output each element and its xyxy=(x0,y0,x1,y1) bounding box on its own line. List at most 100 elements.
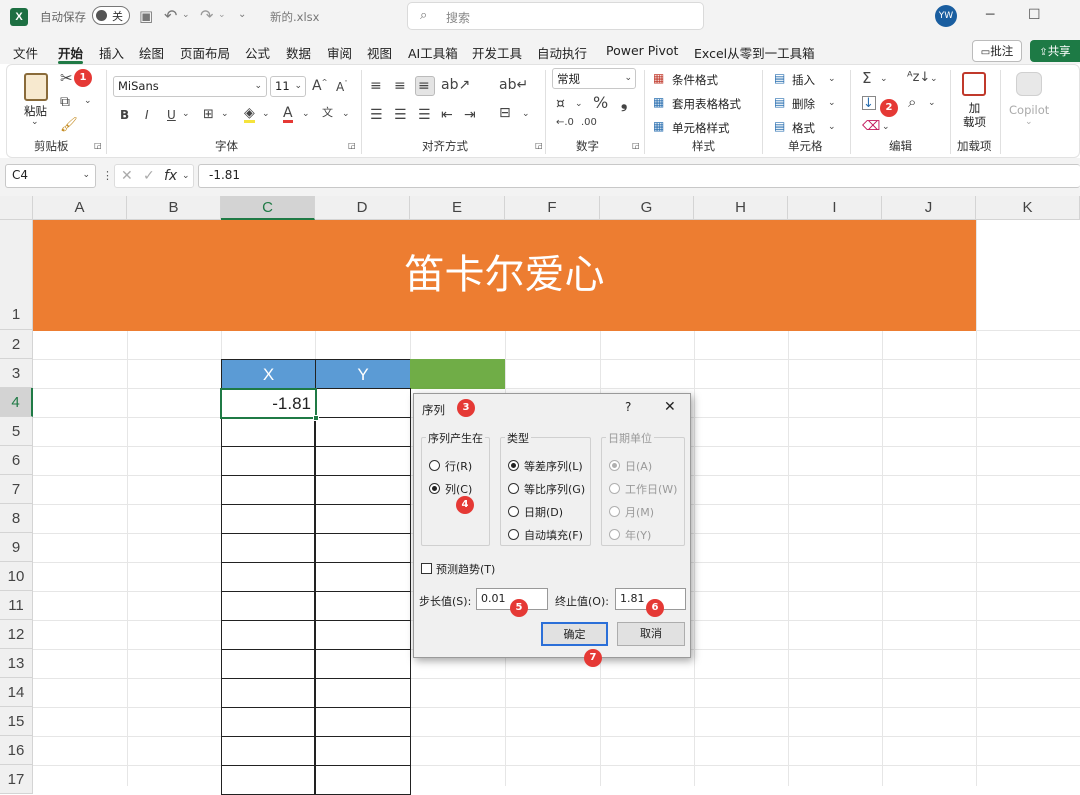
radio-growth-label[interactable]: 等比序列(G) xyxy=(524,481,585,497)
comma-style-icon[interactable]: ❟ xyxy=(621,95,627,111)
column-header-f[interactable]: F xyxy=(505,196,600,220)
row-header-5[interactable]: 5 xyxy=(0,417,33,446)
autosum-dropdown-icon[interactable]: ⌄ xyxy=(880,75,888,84)
phonetic-icon[interactable]: 文 xyxy=(322,107,333,118)
add-ins-button[interactable]: 加 载项 xyxy=(963,101,986,129)
row-header-1[interactable]: 1 xyxy=(0,220,33,330)
menu-excel-toolbox[interactable]: Excel从零到一工具箱 xyxy=(694,43,815,62)
menu-developer[interactable]: 开发工具 xyxy=(472,43,522,62)
table-cell[interactable] xyxy=(315,620,411,650)
search-box[interactable]: ⌕ 搜索 xyxy=(407,2,704,30)
merge-dropdown-icon[interactable]: ⌄ xyxy=(522,110,530,119)
share-button[interactable]: ⇪共享 xyxy=(1030,40,1080,62)
column-header-b[interactable]: B xyxy=(127,196,221,220)
menu-data[interactable]: 数据 xyxy=(286,43,311,62)
decrease-decimal-icon[interactable]: .00 xyxy=(581,118,597,128)
minimize-icon[interactable]: ─ xyxy=(986,8,994,22)
row-header-11[interactable]: 11 xyxy=(0,591,33,620)
radio-growth[interactable] xyxy=(508,483,519,494)
percent-icon[interactable]: % xyxy=(593,95,608,111)
table-cell[interactable] xyxy=(221,562,315,592)
table-cell[interactable] xyxy=(221,446,315,476)
increase-font-icon[interactable]: A^ xyxy=(312,79,327,93)
cell-styles-button[interactable]: 单元格样式 xyxy=(672,120,730,136)
decrease-indent-icon[interactable]: ⇤ xyxy=(441,108,453,122)
table-cell[interactable] xyxy=(315,765,411,795)
table-cell[interactable] xyxy=(315,591,411,621)
redo-dropdown-icon[interactable]: ⌄ xyxy=(218,11,226,20)
fill-down-icon[interactable]: ↓ xyxy=(862,96,876,110)
menu-review[interactable]: 审阅 xyxy=(327,43,352,62)
conditional-format-button[interactable]: 条件格式 xyxy=(672,72,718,88)
radio-linear-label[interactable]: 等差序列(L) xyxy=(524,458,583,474)
radio-column[interactable] xyxy=(429,483,440,494)
increase-indent-icon[interactable]: ⇥ xyxy=(464,108,476,122)
delete-dropdown-icon[interactable]: ⌄ xyxy=(828,99,836,108)
trend-label[interactable]: 预测趋势(T) xyxy=(436,561,495,577)
fx-dropdown-icon[interactable]: ⌄ xyxy=(182,172,190,181)
clear-dropdown-icon[interactable]: ⌄ xyxy=(882,123,890,132)
font-color-dropdown-icon[interactable]: ⌄ xyxy=(302,110,310,119)
menu-page-layout[interactable]: 页面布局 xyxy=(180,43,230,62)
format-dropdown-icon[interactable]: ⌄ xyxy=(828,123,836,132)
alignment-launcher-icon[interactable]: ◲ xyxy=(535,142,543,150)
sort-filter-icon[interactable]: ᴬᴢ↓ xyxy=(907,71,930,84)
table-cell[interactable] xyxy=(315,446,411,476)
banner-cell[interactable]: 笛卡尔爱心 xyxy=(33,220,976,331)
menu-file[interactable]: 文件 xyxy=(13,43,38,62)
fill-handle[interactable] xyxy=(313,415,319,421)
table-cell[interactable] xyxy=(315,678,411,708)
table-cell[interactable] xyxy=(221,765,315,795)
table-cell[interactable] xyxy=(221,533,315,563)
insert-function-icon[interactable]: fx xyxy=(164,169,177,183)
row-header-3[interactable]: 3 xyxy=(0,359,33,388)
autosum-icon[interactable]: Σ xyxy=(862,71,871,86)
table-cell[interactable] xyxy=(221,417,315,447)
column-header-g[interactable]: G xyxy=(600,196,694,220)
row-header-4[interactable]: 4 xyxy=(0,388,33,417)
orientation-icon[interactable]: ab↗ xyxy=(441,78,470,92)
radio-row-label[interactable]: 行(R) xyxy=(445,458,472,474)
more-options-icon[interactable]: ⋮ xyxy=(102,170,113,181)
undo-icon[interactable]: ↶ xyxy=(164,8,177,24)
table-cell[interactable] xyxy=(221,620,315,650)
table-cell[interactable] xyxy=(315,707,411,737)
menu-insert[interactable]: 插入 xyxy=(99,43,124,62)
clipboard-launcher-icon[interactable]: ◲ xyxy=(94,142,102,150)
cut-icon[interactable]: ✂ xyxy=(60,71,73,86)
copy-dropdown-icon[interactable]: ⌄ xyxy=(84,97,92,106)
table-cell[interactable] xyxy=(315,417,411,447)
sort-dropdown-icon[interactable]: ⌄ xyxy=(930,75,938,84)
decrease-font-icon[interactable]: Aˇ xyxy=(336,81,348,94)
table-cell[interactable] xyxy=(221,678,315,708)
ok-button[interactable]: 确定 xyxy=(541,622,608,646)
font-color-icon[interactable]: A xyxy=(283,106,293,123)
row-header-10[interactable]: 10 xyxy=(0,562,33,591)
row-header-9[interactable]: 9 xyxy=(0,533,33,562)
fill-color-dropdown-icon[interactable]: ⌄ xyxy=(262,110,270,119)
table-cell[interactable] xyxy=(221,707,315,737)
row-header-13[interactable]: 13 xyxy=(0,649,33,678)
radio-column-label[interactable]: 列(C) xyxy=(445,481,472,497)
currency-dropdown-icon[interactable]: ⌄ xyxy=(575,100,583,109)
redo-icon[interactable]: ↷ xyxy=(200,8,213,24)
table-cell[interactable] xyxy=(315,736,411,766)
find-select-icon[interactable]: ⌕ xyxy=(908,95,916,110)
name-box[interactable]: C4 ⌄ xyxy=(5,164,96,188)
increase-decimal-icon[interactable]: ←.0 xyxy=(556,118,574,128)
copy-icon[interactable]: ⧉ xyxy=(60,95,70,109)
select-all-corner[interactable] xyxy=(0,196,33,220)
italic-icon[interactable]: I xyxy=(145,109,149,121)
table-cell[interactable] xyxy=(315,475,411,505)
radio-autofill[interactable] xyxy=(508,529,519,540)
underline-icon[interactable]: U xyxy=(167,109,176,121)
font-launcher-icon[interactable]: ◲ xyxy=(348,142,356,150)
add-ins-icon[interactable] xyxy=(962,72,986,96)
row-header-15[interactable]: 15 xyxy=(0,707,33,736)
currency-icon[interactable]: ¤ xyxy=(556,97,565,111)
help-button[interactable]: ? xyxy=(625,400,631,414)
column-header-e[interactable]: E xyxy=(410,196,505,220)
header-y-cell[interactable]: Y xyxy=(315,359,411,389)
align-top-icon[interactable]: ≡ xyxy=(370,79,382,93)
column-header-d[interactable]: D xyxy=(315,196,410,220)
